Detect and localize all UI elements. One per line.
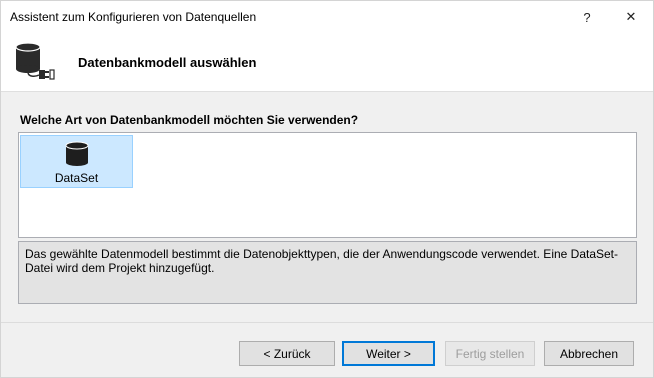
header-divider [1, 91, 653, 92]
model-item-dataset[interactable]: DataSet [20, 135, 133, 188]
dialog-window: Assistent zum Konfigurieren von Datenque… [0, 0, 654, 378]
footer-divider [1, 322, 653, 323]
next-button[interactable]: Weiter > [342, 341, 435, 366]
cancel-button[interactable]: Abbrechen [544, 341, 634, 366]
help-button[interactable]: ? [565, 1, 609, 33]
page-title: Datenbankmodell auswählen [78, 55, 257, 70]
finish-button[interactable]: Fertig stellen [445, 341, 535, 366]
back-button[interactable]: < Zurück [239, 341, 335, 366]
description-box: Das gewählte Datenmodell bestimmt die Da… [18, 241, 637, 304]
model-list[interactable]: DataSet [18, 132, 637, 238]
wizard-header: Datenbankmodell auswählen [1, 33, 653, 91]
database-icon [65, 141, 89, 166]
help-icon: ? [583, 9, 591, 25]
close-icon: ✕ [625, 9, 637, 24]
database-connect-icon [15, 42, 55, 80]
question-label: Welche Art von Datenbankmodell möchten S… [20, 113, 359, 127]
close-button[interactable]: ✕ [609, 1, 653, 33]
model-item-label: DataSet [54, 171, 99, 185]
title-bar[interactable]: Assistent zum Konfigurieren von Datenque… [1, 1, 653, 33]
window-title: Assistent zum Konfigurieren von Datenque… [10, 10, 257, 24]
